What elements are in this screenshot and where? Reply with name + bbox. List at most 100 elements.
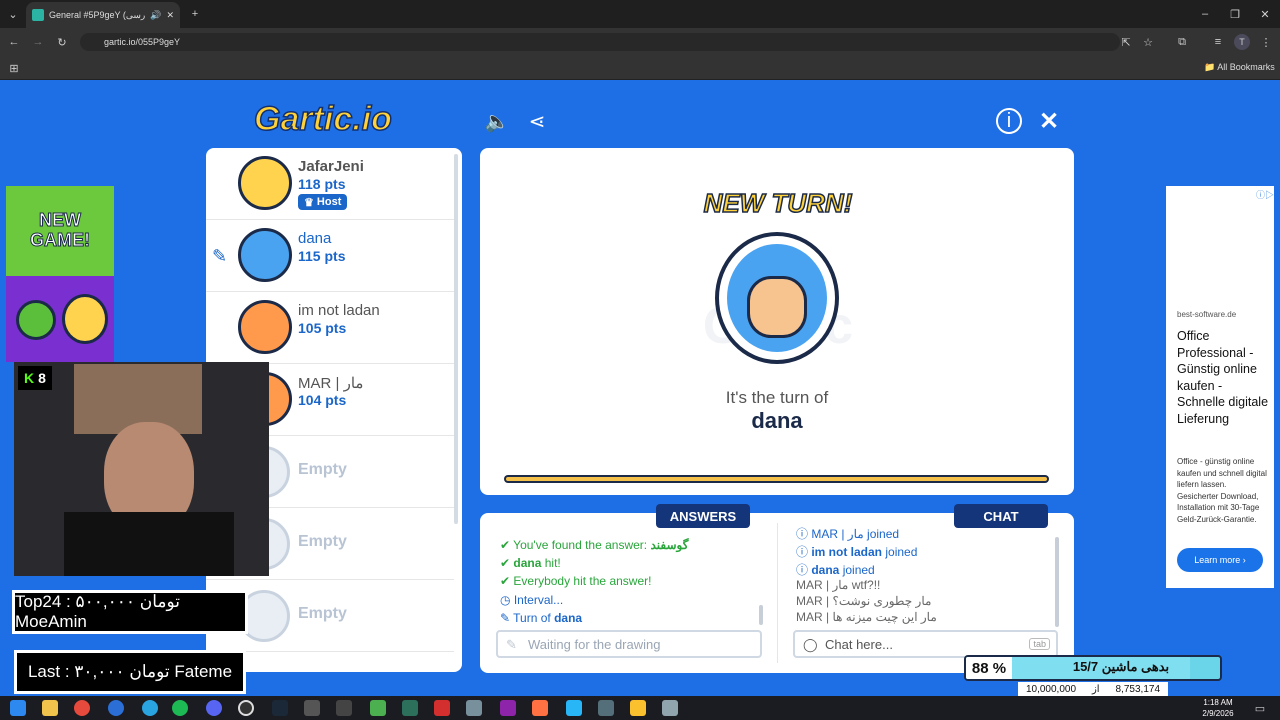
ad-domain: best-software.de <box>1177 310 1237 319</box>
app-icon[interactable] <box>566 700 582 716</box>
menu-icon[interactable]: ⋮ <box>1258 34 1274 50</box>
last-donor-banner: Last : ۳۰,۰۰۰ تومان Fateme <box>14 650 246 694</box>
avatar-face <box>747 276 807 338</box>
ad-avatar <box>16 300 56 340</box>
back-icon[interactable]: ← <box>6 34 22 50</box>
apps-grid-icon[interactable]: ⊞ <box>6 60 22 76</box>
adchoices-icon[interactable]: ⓘ▷ <box>1256 188 1274 201</box>
players-scrollbar[interactable] <box>454 154 458 524</box>
tab-title: General #5P9geY (فارسی) - <box>49 9 146 20</box>
obs-icon[interactable] <box>238 700 254 716</box>
goal-current: 8,753,174 <box>1115 683 1161 695</box>
learn-more-button[interactable]: Learn more › <box>1177 548 1263 572</box>
host-badge: ♛ Host <box>298 194 348 210</box>
notification-icon[interactable]: ▭ <box>1252 700 1268 716</box>
url-field[interactable]: gartic.io/055P9geY <box>80 33 1120 51</box>
gartic-favicon-icon <box>32 9 44 21</box>
player-name: JafarJeni <box>298 158 364 175</box>
timer-track <box>504 475 1049 483</box>
app-icon[interactable] <box>500 700 516 716</box>
kick-badge: K8 <box>18 366 52 390</box>
profile-avatar[interactable]: T <box>1234 34 1250 50</box>
answers-header: ANSWERS <box>656 504 750 528</box>
chat-line: ⓘ MAR | مار joined <box>796 527 900 541</box>
app-icon[interactable] <box>662 700 678 716</box>
info-icon[interactable]: i <box>996 108 1022 134</box>
steam-icon[interactable] <box>272 700 288 716</box>
tab-key-hint: tab <box>1029 638 1050 650</box>
sound-icon[interactable]: 🔈 <box>484 108 510 134</box>
browser-icon[interactable] <box>108 700 124 716</box>
url-text: gartic.io/055P9geY <box>104 37 181 47</box>
app-icon[interactable] <box>142 700 158 716</box>
answers-scrollbar[interactable] <box>759 605 763 625</box>
bookmarks-bar: ⊞ 📁 All Bookmarks <box>0 56 1280 80</box>
player-row: ✎ dana 115 pts <box>206 220 454 292</box>
empty-label: Empty <box>298 461 347 478</box>
chat-line: MAR | مار چطوری نوشت؟ <box>796 594 932 608</box>
pencil-icon: ✎ <box>212 246 228 266</box>
top-donor-banner: Top24 : ۵۰۰,۰۰۰ تومان MoeAmin <box>12 590 248 634</box>
clock[interactable]: 1:18 AM 2/9/2026 <box>1196 696 1240 720</box>
answers-chat-panel: ✔ You've found the answer: گوسفند ✔ dana… <box>480 513 1074 673</box>
app-icon[interactable] <box>466 700 482 716</box>
app-icon[interactable] <box>370 700 386 716</box>
answer-line: ✔ Everybody hit the answer! <box>500 574 652 588</box>
bookmark-star-icon[interactable]: ☆ <box>1140 34 1156 50</box>
goal-percent: 88 % <box>966 657 1012 679</box>
new-tab-button[interactable]: + <box>186 6 204 22</box>
player-points: 115 pts <box>298 248 346 264</box>
reading-list-icon[interactable]: ≡ <box>1210 34 1226 50</box>
share-icon[interactable]: ⋖ <box>524 108 550 134</box>
answer-input[interactable]: ✎ Waiting for the drawing <box>496 630 762 658</box>
app-icon[interactable] <box>402 700 418 716</box>
avatar <box>238 300 292 354</box>
app-icon[interactable] <box>304 700 320 716</box>
player-points: 105 pts <box>298 320 347 336</box>
forward-icon[interactable]: → <box>30 34 46 50</box>
goal-sep: از <box>1091 683 1100 695</box>
left-ad[interactable]: NEW GAME! <box>6 186 114 362</box>
donation-goal: 88 % بدهی ماشین 15/7 <box>964 655 1222 681</box>
app-icon[interactable] <box>598 700 614 716</box>
exit-icon[interactable]: ✕ <box>1036 108 1062 135</box>
minimize-icon[interactable]: – <box>1196 6 1214 22</box>
reload-icon[interactable]: ↻ <box>54 34 70 50</box>
ad-promo: NEW GAME! <box>30 210 91 251</box>
chat-line: ⓘ im not ladan joined <box>796 545 918 559</box>
browser-tab[interactable]: General #5P9geY (فارسی) - 🔊 ✕ <box>26 2 180 28</box>
app-icon[interactable] <box>434 700 450 716</box>
tab-search-icon[interactable]: ⌄ <box>4 6 22 22</box>
all-bookmarks-link[interactable]: 📁 All Bookmarks <box>1204 62 1275 73</box>
gartic-logo: Gartic.io <box>253 99 392 139</box>
chat-input[interactable]: ◯ Chat here... tab <box>793 630 1058 658</box>
restore-icon[interactable]: ❐ <box>1226 6 1244 22</box>
app-icon[interactable] <box>336 700 352 716</box>
player-points: 104 pts <box>298 392 347 408</box>
chat-header: CHAT <box>954 504 1048 528</box>
answer-line: ◷ Interval... <box>500 593 564 607</box>
speaker-icon[interactable]: 🔊 <box>150 10 161 21</box>
player-row: im not ladan 105 pts <box>206 292 454 364</box>
windows-start-icon[interactable] <box>10 700 26 716</box>
streamer-body <box>64 512 234 576</box>
file-explorer-icon[interactable] <box>42 700 58 716</box>
right-ad[interactable]: ⓘ▷ best-software.de Office Professional … <box>1166 186 1274 588</box>
close-window-icon[interactable]: ✕ <box>1256 6 1274 22</box>
close-tab-icon[interactable]: ✕ <box>166 10 174 21</box>
player-row: JafarJeni 118 pts ♛ Host <box>206 148 454 220</box>
chrome-icon[interactable] <box>74 700 90 716</box>
app-icon[interactable] <box>532 700 548 716</box>
answer-line: ✎ Turn of dana <box>500 611 583 625</box>
discord-icon[interactable] <box>206 700 222 716</box>
divider <box>777 523 778 663</box>
ad-avatar <box>62 294 108 344</box>
app-icon[interactable] <box>630 700 646 716</box>
install-icon[interactable]: ⇱ <box>1118 34 1134 50</box>
chat-line: MAR | مار wtf?!! <box>796 578 881 592</box>
extensions-icon[interactable]: ⧉ <box>1174 34 1190 50</box>
spotify-icon[interactable] <box>172 700 188 716</box>
player-name: dana <box>298 230 332 247</box>
chat-line: ⓘ dana joined <box>796 563 875 577</box>
chat-scrollbar[interactable] <box>1055 537 1059 627</box>
